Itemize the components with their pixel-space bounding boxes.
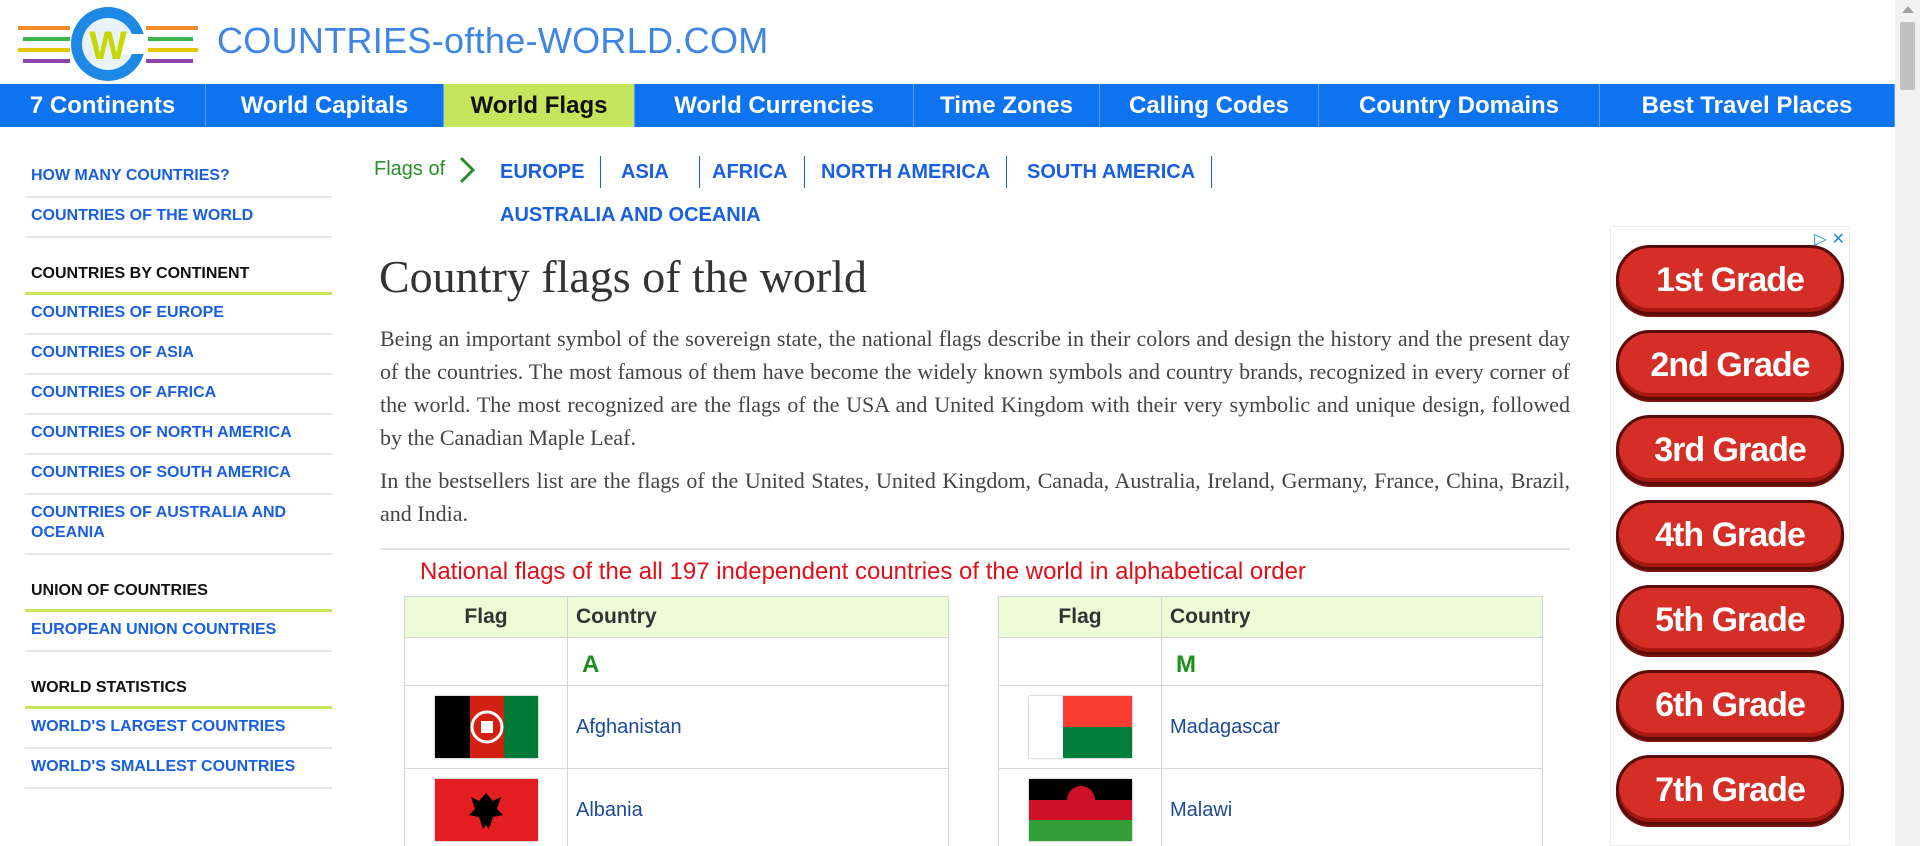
crumb-link-europe[interactable]: EUROPE (484, 156, 602, 188)
flags-table-left: Flag Country A Afghanistan Albania (404, 596, 949, 846)
crumb-link-africa[interactable]: AFRICA (696, 156, 805, 188)
table-row[interactable]: Malawi (998, 768, 1543, 846)
sidebar-link-eu[interactable]: EUROPEAN UNION COUNTRIES (25, 612, 332, 652)
malawi-flag-icon[interactable] (1028, 779, 1132, 841)
chevron-right-icon (459, 156, 476, 184)
afghanistan-flag-icon[interactable] (434, 696, 538, 758)
ad-grade-button[interactable]: 4th Grade (1616, 500, 1844, 570)
ad-grade-button[interactable]: 7th Grade (1616, 755, 1844, 825)
intro-paragraph-2: In the bestsellers list are the flags of… (380, 468, 1570, 526)
ad-grade-button[interactable]: 2nd Grade (1616, 330, 1844, 400)
sidebar-link-countries-of-world[interactable]: COUNTRIES OF THE WORLD (25, 198, 332, 238)
ad-grade-button[interactable]: 5th Grade (1616, 585, 1844, 655)
nav-item-world-flags[interactable]: World Flags (444, 84, 635, 127)
madagascar-flag-icon[interactable] (1028, 696, 1132, 758)
continent-breadcrumb: Flags of EUROPE ASIA AFRICA NORTH AMERIC… (374, 150, 1570, 240)
column-header-flag: Flag (404, 596, 568, 638)
nav-item-best-travel-places[interactable]: Best Travel Places (1600, 84, 1895, 127)
letter-heading: M (1161, 637, 1543, 686)
divider (380, 548, 1570, 550)
sidebar-link-north-america[interactable]: COUNTRIES OF NORTH AMERICA (25, 415, 332, 455)
crumb-link-south-america[interactable]: SOUTH AMERICA (1011, 156, 1213, 188)
scroll-thumb[interactable] (1900, 22, 1915, 90)
crumb-label: Flags of (374, 158, 446, 180)
column-header-country: Country (567, 596, 949, 638)
ad-choices-icon[interactable]: ▷ ✕ (1814, 229, 1845, 248)
page-title: Country flags of the world (379, 251, 868, 302)
sidebar-heading-statistics: WORLD STATISTICS (25, 670, 332, 709)
sidebar: HOW MANY COUNTRIES? COUNTRIES OF THE WOR… (25, 158, 332, 789)
albania-flag-icon[interactable] (434, 779, 538, 841)
sidebar-link-europe[interactable]: COUNTRIES OF EUROPE (25, 295, 332, 335)
country-name[interactable]: Malawi (1161, 768, 1543, 846)
country-name[interactable]: Afghanistan (567, 685, 949, 769)
sidebar-heading-continent: COUNTRIES BY CONTINENT (25, 256, 332, 295)
scroll-up-arrow-icon[interactable] (1902, 6, 1914, 13)
vertical-scrollbar[interactable] (1895, 0, 1920, 846)
site-logo[interactable]: W (18, 4, 198, 84)
site-title[interactable]: COUNTRIES-ofthe-WORLD.COM (217, 20, 769, 62)
crumb-link-asia[interactable]: ASIA (591, 156, 700, 188)
sidebar-link-smallest[interactable]: WORLD'S SMALLEST COUNTRIES (25, 749, 332, 789)
sidebar-link-largest[interactable]: WORLD'S LARGEST COUNTRIES (25, 709, 332, 749)
crumb-link-north-america[interactable]: NORTH AMERICA (805, 156, 1008, 188)
flags-table-right: Flag Country M Madagascar Malawi (998, 596, 1543, 846)
list-title: National flags of the all 197 independen… (420, 558, 1306, 585)
nav-item-world-capitals[interactable]: World Capitals (206, 84, 444, 127)
sidebar-link-how-many[interactable]: HOW MANY COUNTRIES? (25, 158, 332, 198)
nav-item-world-currencies[interactable]: World Currencies (635, 84, 914, 127)
nav-item-time-zones[interactable]: Time Zones (914, 84, 1100, 127)
sidebar-link-asia[interactable]: COUNTRIES OF ASIA (25, 335, 332, 375)
intro-paragraph-1: Being an important symbol of the soverei… (380, 326, 1570, 450)
column-header-country: Country (1161, 596, 1543, 638)
crumb-link-oceania[interactable]: AUSTRALIA AND OCEANIA (484, 199, 777, 231)
ad-grade-button[interactable]: 6th Grade (1616, 670, 1844, 740)
sidebar-heading-union: UNION OF COUNTRIES (25, 573, 332, 612)
ad-grade-button[interactable]: 1st Grade (1616, 245, 1844, 315)
nav-item-calling-codes[interactable]: Calling Codes (1100, 84, 1319, 127)
intro-text: Being an important symbol of the soverei… (380, 322, 1570, 540)
country-name[interactable]: Madagascar (1161, 685, 1543, 769)
site-header: W COUNTRIES-ofthe-WORLD.COM (0, 0, 1895, 84)
svg-text:W: W (89, 24, 127, 68)
main-nav: 7 Continents World Capitals World Flags Wor… (0, 84, 1895, 127)
table-row[interactable]: Albania (404, 768, 949, 846)
country-name[interactable]: Albania (567, 768, 949, 846)
table-row[interactable]: Afghanistan (404, 685, 949, 769)
table-row[interactable]: Madagascar (998, 685, 1543, 769)
column-header-flag: Flag (998, 596, 1162, 638)
nav-item-7-continents[interactable]: 7 Continents (0, 84, 206, 127)
ad-grade-button[interactable]: 3rd Grade (1616, 415, 1844, 485)
sidebar-link-oceania[interactable]: COUNTRIES OF AUSTRALIA AND OCEANIA (25, 495, 332, 555)
nav-item-country-domains[interactable]: Country Domains (1319, 84, 1600, 127)
letter-heading: A (567, 637, 949, 686)
advertisement[interactable]: ▷ ✕ 1st Grade 2nd Grade 3rd Grade 4th Grade… (1610, 226, 1850, 846)
sidebar-link-africa[interactable]: COUNTRIES OF AFRICA (25, 375, 332, 415)
sidebar-link-south-america[interactable]: COUNTRIES OF SOUTH AMERICA (25, 455, 332, 495)
main-content: Flags of EUROPE ASIA AFRICA NORTH AMERIC… (374, 150, 1570, 846)
